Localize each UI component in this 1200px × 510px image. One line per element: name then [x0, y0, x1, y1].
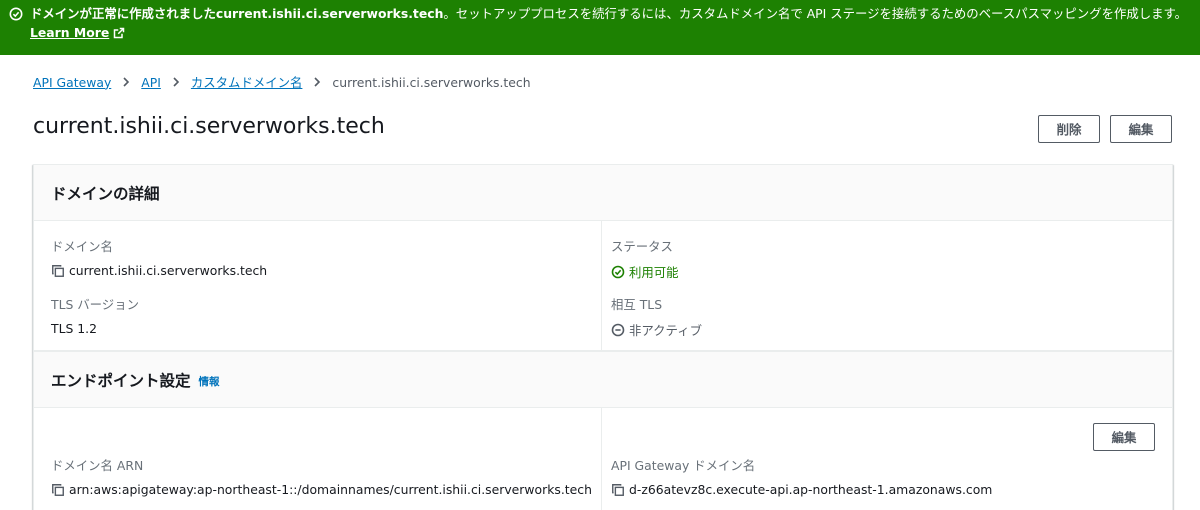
- copy-icon[interactable]: [611, 483, 625, 497]
- chevron-right-icon: [123, 77, 130, 87]
- edit-button[interactable]: 編集: [1110, 115, 1172, 143]
- tls-version-label: TLS バージョン: [51, 297, 139, 312]
- mutual-tls-value: 非アクティブ: [629, 323, 702, 338]
- copy-icon[interactable]: [51, 483, 65, 497]
- endpoint-config-header: エンドポイント設定 情報: [34, 352, 1172, 408]
- breadcrumb-current: current.ishii.ci.serverworks.tech: [332, 74, 531, 90]
- tls-version-value: TLS 1.2: [51, 321, 97, 336]
- domain-details-heading: ドメインの詳細: [51, 184, 160, 203]
- apigw-domain-field: API Gateway ドメイン名 d-z66atevz8c.execute-a…: [611, 456, 992, 497]
- status-field: ステータス 利用可能: [611, 237, 679, 281]
- check-circle-icon: [9, 7, 23, 21]
- status-success-icon: [611, 265, 625, 279]
- domain-name-value: current.ishii.ci.serverworks.tech: [69, 263, 268, 278]
- domain-details-panel: ドメインの詳細 ドメイン名 current.ishii.ci.serverwor…: [33, 164, 1173, 351]
- apigw-domain-label: API Gateway ドメイン名: [611, 458, 756, 473]
- info-link[interactable]: 情報: [199, 374, 220, 389]
- learn-more-link[interactable]: Learn More: [30, 25, 125, 40]
- tls-version-field: TLS バージョン TLS 1.2: [51, 295, 139, 336]
- delete-button[interactable]: 削除: [1038, 115, 1100, 143]
- chevron-right-icon: [314, 77, 321, 87]
- domain-arn-value: arn:aws:apigateway:ap-northeast-1::/doma…: [69, 482, 592, 497]
- success-flash-bar: ドメインが正常に作成されましたcurrent.ishii.ci.serverwo…: [0, 0, 1200, 55]
- flash-message: ドメインが正常に作成されましたcurrent.ishii.ci.serverwo…: [30, 6, 1187, 22]
- flash-message-bold: ドメインが正常に作成されましたcurrent.ishii.ci.serverwo…: [30, 6, 444, 21]
- status-label: ステータス: [611, 239, 673, 254]
- domain-name-field: ドメイン名 current.ishii.ci.serverworks.tech: [51, 237, 267, 278]
- breadcrumb-api-gateway[interactable]: API Gateway: [33, 75, 111, 90]
- domain-arn-label: ドメイン名 ARN: [51, 458, 144, 473]
- apigw-domain-value: d-z66atevz8c.execute-api.ap-northeast-1.…: [629, 482, 993, 497]
- domain-name-label: ドメイン名: [51, 239, 113, 254]
- endpoint-config-heading: エンドポイント設定: [51, 371, 191, 390]
- domain-details-header: ドメインの詳細: [34, 165, 1172, 221]
- mutual-tls-label: 相互 TLS: [611, 297, 663, 312]
- breadcrumb: API Gateway API カスタムドメイン名 current.ishii.…: [33, 73, 531, 91]
- external-link-icon: [114, 27, 125, 38]
- mutual-tls-field: 相互 TLS 非アクティブ: [611, 295, 702, 339]
- learn-more-label: Learn More: [30, 25, 110, 40]
- copy-icon[interactable]: [51, 264, 65, 278]
- status-stopped-icon: [611, 323, 625, 337]
- domain-arn-field: ドメイン名 ARN arn:aws:apigateway:ap-northeas…: [51, 456, 592, 497]
- column-divider: [601, 408, 602, 510]
- column-divider: [601, 221, 602, 351]
- page-title: current.ishii.ci.serverworks.tech: [33, 114, 385, 139]
- breadcrumb-custom-domains[interactable]: カスタムドメイン名: [191, 73, 303, 91]
- endpoint-edit-button[interactable]: 編集: [1093, 423, 1155, 451]
- flash-message-rest: 。セットアッププロセスを続行するには、カスタムドメイン名で API ステージを接…: [443, 6, 1188, 21]
- endpoint-config-panel: エンドポイント設定 情報 ドメイン名 ARN arn:aws:apigatewa…: [33, 351, 1173, 510]
- breadcrumb-api[interactable]: API: [141, 75, 161, 90]
- chevron-right-icon: [173, 77, 180, 87]
- status-value: 利用可能: [629, 265, 679, 280]
